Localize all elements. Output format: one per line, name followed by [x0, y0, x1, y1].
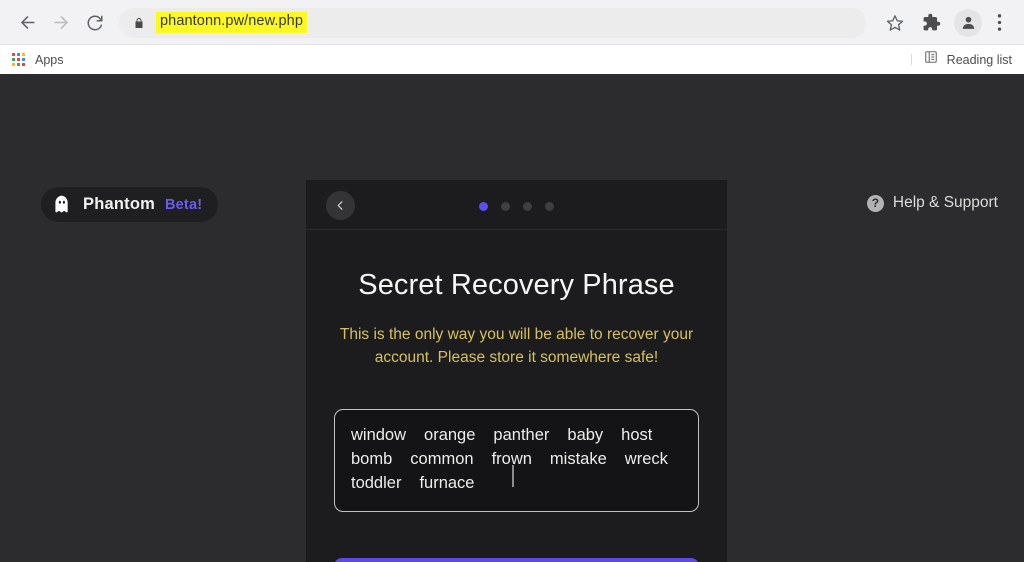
browser-toolbar: phantonn.pw/new.php: [0, 0, 1024, 45]
seed-word-3: panther: [493, 425, 550, 444]
question-mark-icon: ?: [866, 194, 884, 212]
reload-button[interactable]: [78, 6, 112, 40]
bookmark-item-apps[interactable]: Apps: [12, 52, 64, 67]
seed-word-2: orange: [424, 425, 476, 444]
modal-header: [306, 180, 727, 230]
bookmark-star-icon[interactable]: [880, 8, 910, 38]
ghost-icon: [55, 195, 68, 213]
reading-list-label: Reading list: [946, 52, 1012, 67]
step-dot-1[interactable]: [479, 202, 488, 211]
phantom-brand-name: Phantom: [83, 195, 155, 213]
forward-button[interactable]: [44, 6, 78, 40]
url-text: phantonn.pw/new.php: [156, 12, 307, 33]
step-dot-3[interactable]: [523, 202, 532, 211]
seed-word-12: furnace: [419, 473, 475, 492]
bookmarks-bar: Apps Reading list: [0, 45, 1024, 74]
seed-word-7: common: [410, 449, 474, 468]
page-title: Secret Recovery Phrase: [358, 269, 675, 301]
onboarding-modal: Secret Recovery Phrase This is the only …: [306, 180, 727, 562]
seed-word-5: host: [621, 425, 653, 444]
seed-word-9: mistake: [549, 449, 607, 468]
bookmark-label-apps: Apps: [35, 52, 64, 67]
browser-chrome: phantonn.pw/new.php Apps Reading list: [0, 0, 1024, 74]
three-dot-menu-icon[interactable]: [986, 8, 1012, 38]
seed-word-10: wreck: [624, 449, 668, 468]
phantom-beta-tag: Beta!: [164, 196, 203, 213]
seed-word-11: toddler: [351, 473, 402, 492]
extensions-puzzle-icon[interactable]: [916, 8, 946, 38]
seed-word-4: baby: [567, 425, 604, 444]
text-caret: [512, 464, 514, 487]
step-indicator-dots: [306, 202, 727, 211]
lock-icon[interactable]: [133, 16, 145, 30]
step-dot-4[interactable]: [545, 202, 554, 211]
phantom-brand-badge[interactable]: Phantom Beta!: [41, 187, 219, 222]
seed-phrase-box[interactable]: window orange panther baby host bomb common fro…: [334, 408, 699, 512]
confirm-saved-button[interactable]: OK, I saved it somewhere: [334, 557, 699, 562]
back-button[interactable]: [10, 6, 44, 40]
seed-phrase-words: window orange panther baby host bomb common fro…: [351, 425, 683, 494]
seed-word-1: window: [351, 425, 407, 444]
address-bar[interactable]: phantonn.pw/new.php: [119, 7, 866, 38]
apps-grid-icon: [12, 52, 26, 67]
profile-avatar-icon[interactable]: [954, 8, 982, 37]
modal-body: Secret Recovery Phrase This is the only …: [306, 269, 727, 562]
help-and-support-link[interactable]: ? Help & Support: [866, 194, 998, 212]
step-dot-2[interactable]: [501, 202, 510, 211]
reading-list-button[interactable]: Reading list: [910, 50, 1012, 69]
page-content: Phantom Beta! ? Help & Support Secret Re…: [0, 74, 1024, 562]
reading-list-icon: [924, 50, 938, 69]
seed-word-6: bomb: [351, 449, 393, 468]
help-and-support-label: Help & Support: [892, 194, 998, 211]
warning-text: This is the only way you will be able to…: [339, 326, 694, 366]
